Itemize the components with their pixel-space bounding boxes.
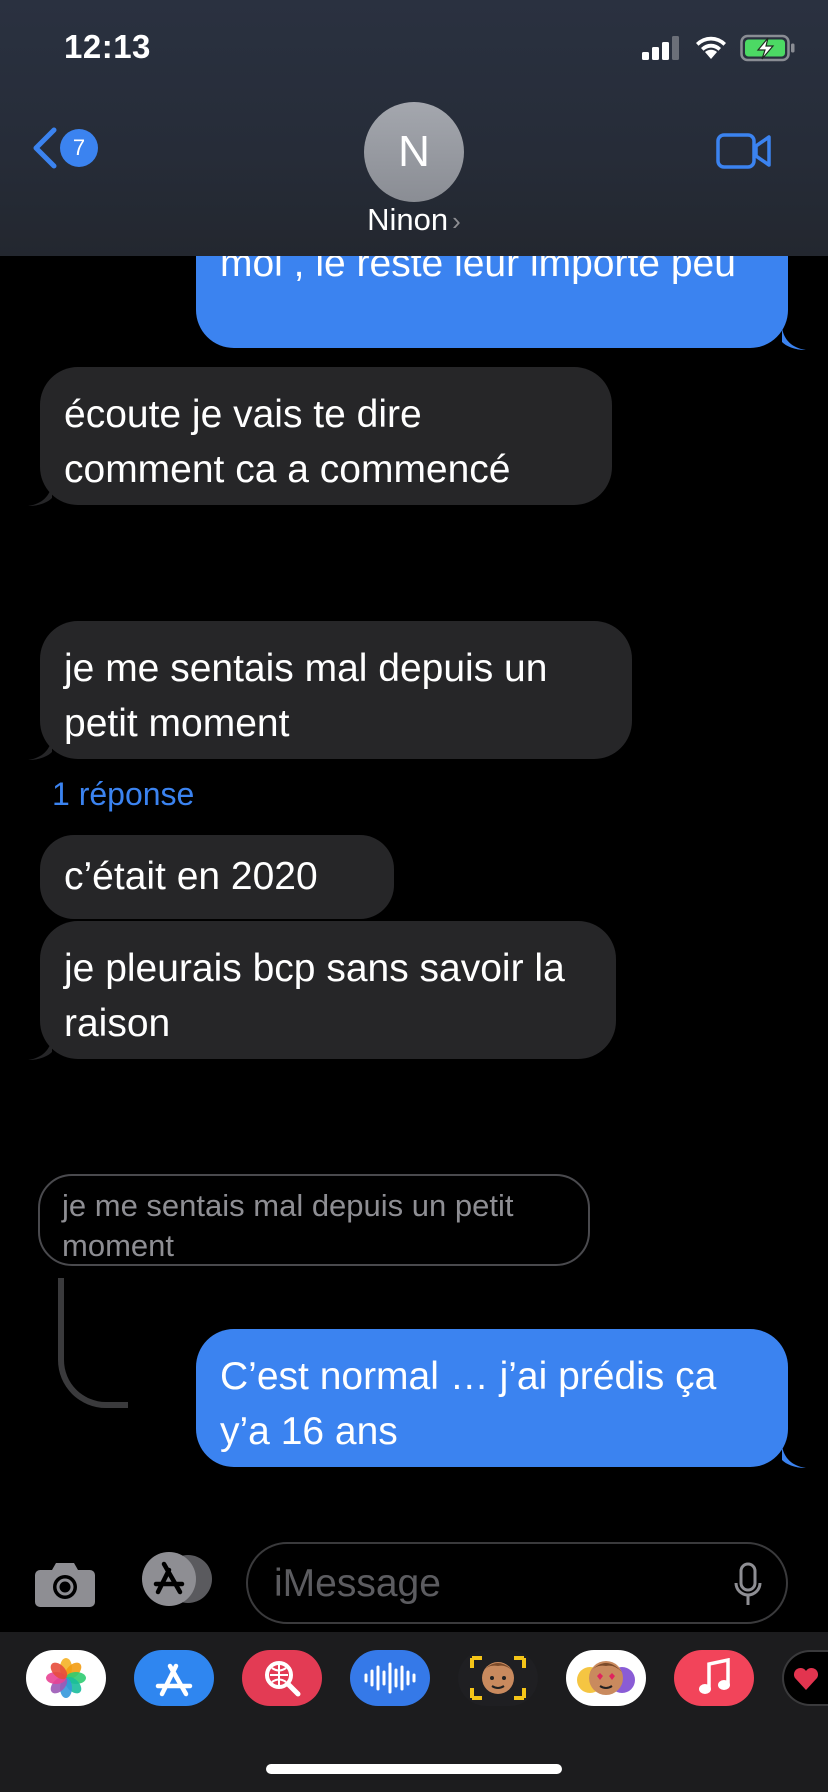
contact-avatar[interactable]: N [364,102,464,202]
reply-thread-line [58,1278,128,1408]
home-indicator[interactable] [266,1764,562,1774]
video-camera-icon [716,133,771,169]
chevron-left-icon [33,127,57,169]
digital-touch-icon[interactable] [782,1650,828,1706]
bubble-tail [782,1446,806,1468]
app-store-icon [142,1552,212,1606]
facetime-video-button[interactable] [716,132,772,175]
memoji-icon[interactable] [458,1650,538,1706]
imessage-app-drawer [0,1632,828,1792]
contact-name-button[interactable]: Ninon › [0,202,828,238]
music-icon[interactable] [674,1650,754,1706]
message-text: C’est normal … j’ai prédis ça y’a 16 ans [220,1355,717,1453]
wifi-icon [696,36,726,59]
compose-bar: iMessage [0,1530,828,1630]
message-bubble-outgoing[interactable]: C’est normal … j’ai prédis ça y’a 16 ans [196,1329,788,1467]
audio-message-icon[interactable] [350,1650,430,1706]
battery-charging-icon [740,34,795,62]
bubble-tail [28,1038,52,1060]
message-text: écoute je vais te dire comment ca a comm… [64,393,511,491]
quoted-message-text: je me sentais mal depuis un petit moment [62,1188,514,1263]
cellular-signal-icon [642,36,679,60]
conversation-header: 12:13 7 N Ninon › [0,0,828,256]
microphone-icon [734,1562,762,1605]
message-text: je me sentais mal depuis un petit moment [64,647,548,745]
camera-button[interactable] [34,1558,96,1613]
memoji-stickers-icon[interactable] [566,1650,646,1706]
message-bubble-incoming[interactable]: je pleurais bcp sans savoir la raison [40,921,616,1059]
avatar-initial: N [398,127,430,176]
contact-name: Ninon [367,202,449,237]
message-input-placeholder: iMessage [274,1562,441,1605]
message-text: c’était en 2020 [64,855,318,898]
status-time: 12:13 [64,28,151,65]
bubble-tail [28,484,52,506]
apps-button[interactable] [138,1552,214,1611]
message-bubble-incoming[interactable]: écoute je vais te dire comment ca a comm… [40,367,612,505]
dictation-button[interactable] [734,1562,762,1613]
message-text: je pleurais bcp sans savoir la raison [64,947,565,1045]
chevron-right-icon: › [452,206,461,236]
camera-icon [35,1563,95,1607]
message-bubble-incoming[interactable]: je me sentais mal depuis un petit moment [40,621,632,759]
photos-app-icon[interactable] [26,1650,106,1706]
quoted-message-bubble[interactable]: je me sentais mal depuis un petit moment [38,1174,590,1266]
unread-count-badge: 7 [60,129,98,167]
bubble-tail [782,328,806,350]
message-bubble-incoming[interactable]: c’était en 2020 [40,835,394,919]
status-icons [642,34,796,62]
back-button[interactable]: 7 [30,126,98,170]
reply-count-link[interactable]: 1 réponse [52,776,194,813]
web-search-icon[interactable] [242,1650,322,1706]
message-thread[interactable]: moi , le reste leur importe peu écoute j… [0,0,828,1792]
bubble-tail [28,738,52,760]
message-input-field[interactable]: iMessage [246,1542,788,1624]
app-store-icon[interactable] [134,1650,214,1706]
